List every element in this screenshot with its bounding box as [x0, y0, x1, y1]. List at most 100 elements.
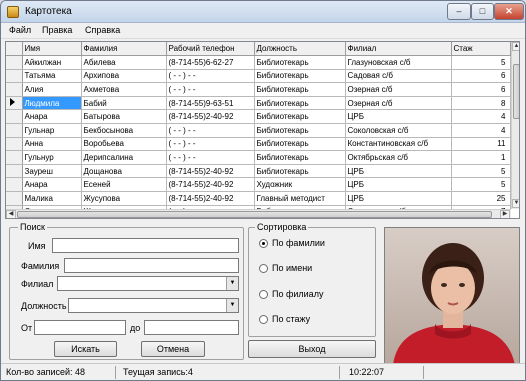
- cell-surname[interactable]: Жусупова: [81, 191, 167, 206]
- close-button[interactable]: ✕: [494, 3, 524, 20]
- cell-phone[interactable]: ( - - ) - -: [166, 123, 255, 138]
- cell-surname[interactable]: Абилева: [81, 55, 167, 70]
- menu-edit[interactable]: Правка: [42, 25, 72, 35]
- table-row[interactable]: Алия Ахметова( - - ) - - Библиотекарь Озерн…: [6, 82, 511, 97]
- cell-experience[interactable]: 25: [451, 191, 511, 206]
- cell-branch[interactable]: Соколовская с/б: [345, 123, 452, 138]
- cell-phone[interactable]: (8-714-55)2-40-92: [166, 109, 255, 125]
- cell-branch[interactable]: Константиновская с/б: [345, 137, 452, 152]
- radio-icon[interactable]: [259, 290, 268, 300]
- cell-name[interactable]: Татьяма: [22, 69, 82, 84]
- row-indicator[interactable]: [6, 69, 23, 84]
- table-row[interactable]: Людмила Бабий (8-714-55)9-63-51 Библиотекар…: [6, 96, 511, 111]
- table-row[interactable]: Гульнар Бекбосынова( - - ) - - Библиотекар…: [6, 123, 511, 138]
- maximize-button[interactable]: □: [471, 3, 494, 20]
- cell-branch[interactable]: ЦРБ: [345, 164, 452, 179]
- minimize-button[interactable]: –: [447, 3, 471, 20]
- sort-by-experience[interactable]: По стажу: [259, 314, 310, 326]
- cell-branch[interactable]: Садовая с/б: [345, 69, 452, 84]
- cell-phone[interactable]: ( - - ) - -: [166, 150, 255, 165]
- row-indicator[interactable]: [6, 123, 23, 138]
- cell-branch[interactable]: Озерная с/б: [345, 82, 452, 97]
- exit-button[interactable]: Выход: [248, 340, 376, 358]
- cell-position[interactable]: Библиотекарь: [254, 55, 346, 70]
- menu-file[interactable]: Файл: [9, 25, 31, 35]
- cell-name[interactable]: Гульнур: [22, 150, 82, 165]
- column-header-name[interactable]: Имя: [22, 42, 82, 57]
- table-row[interactable]: Анара Батырова (8-714-55)2-40-92 Библиотека…: [6, 109, 511, 125]
- branch-dropdown-icon[interactable]: ▼: [226, 277, 238, 290]
- cell-phone[interactable]: (8-714-55)6-62-27: [166, 55, 255, 70]
- cell-phone[interactable]: (8-714-55)2-40-92: [166, 164, 255, 179]
- cell-position[interactable]: Библиотекарь: [254, 109, 346, 125]
- from-field[interactable]: [34, 320, 126, 335]
- cell-branch[interactable]: Озерная с/б: [345, 96, 452, 111]
- position-dropdown-icon[interactable]: ▼: [226, 299, 238, 312]
- cell-surname[interactable]: Бекбосынова: [81, 123, 167, 138]
- cell-name[interactable]: Анара: [22, 177, 82, 193]
- cell-experience[interactable]: 4: [451, 123, 511, 138]
- cell-name[interactable]: Анара: [22, 109, 82, 125]
- cell-branch[interactable]: Октябрьская с/б: [345, 150, 452, 165]
- name-field[interactable]: [52, 238, 239, 253]
- menu-help[interactable]: Справка: [85, 25, 120, 35]
- cell-experience[interactable]: 11: [451, 137, 511, 152]
- cancel-button[interactable]: Отмена: [141, 341, 205, 357]
- column-header-experience[interactable]: Стаж: [451, 42, 511, 57]
- cell-name[interactable]: Малика: [22, 191, 82, 206]
- table-row[interactable]: Малика Жусупова (8-714-55)2-40-92 Главный м…: [6, 191, 511, 206]
- cell-branch[interactable]: ЦРБ: [345, 191, 452, 206]
- cell-experience[interactable]: 6: [451, 82, 511, 97]
- table-row[interactable]: Айкилжан Абилева (8-714-55)6-62-27 Библиоте…: [6, 55, 511, 70]
- column-header-phone[interactable]: Рабочий телефон: [166, 42, 255, 57]
- cell-position[interactable]: Библиотекарь: [254, 82, 346, 97]
- horizontal-scrollbar[interactable]: ◀ ▶: [6, 209, 511, 218]
- table-row[interactable]: Анара Есеней (8-714-55)2-40-92 Художник ЦРБ 5: [6, 177, 511, 193]
- sort-by-name[interactable]: По имени: [259, 263, 312, 275]
- column-header-branch[interactable]: Филиал: [345, 42, 452, 57]
- cell-surname[interactable]: Дощанова: [81, 164, 167, 179]
- cell-experience[interactable]: 5: [451, 164, 511, 179]
- surname-field[interactable]: [64, 258, 239, 273]
- branch-select[interactable]: ▼: [57, 276, 239, 291]
- row-indicator[interactable]: [6, 96, 23, 111]
- table-row[interactable]: Татьяма Архипова( - - ) - - Библиотекарь Са…: [6, 69, 511, 84]
- row-indicator[interactable]: [6, 164, 23, 179]
- cell-experience[interactable]: 1: [451, 150, 511, 165]
- cell-experience[interactable]: 4: [451, 109, 511, 125]
- sort-by-surname[interactable]: По фамилии: [259, 238, 325, 250]
- cell-phone[interactable]: (8-714-55)2-40-92: [166, 177, 255, 193]
- cell-experience[interactable]: 8: [451, 96, 511, 111]
- row-indicator[interactable]: [6, 191, 23, 206]
- cell-position[interactable]: Библиотекарь: [254, 69, 346, 84]
- cell-phone[interactable]: ( - - ) - -: [166, 137, 255, 152]
- column-header-position[interactable]: Должность: [254, 42, 346, 57]
- cell-name[interactable]: Зауреш: [22, 164, 82, 179]
- cell-branch[interactable]: Глазуновская с/б: [345, 55, 452, 70]
- table-row[interactable]: Анна Воробьева( - - ) - - Библиотекарь Конс…: [6, 137, 511, 152]
- cell-name[interactable]: Гульнар: [22, 123, 82, 138]
- radio-icon[interactable]: [259, 264, 268, 274]
- cell-surname[interactable]: Батырова: [81, 109, 167, 125]
- cell-position[interactable]: Библиотекарь: [254, 150, 346, 165]
- horizontal-scroll-thumb[interactable]: [17, 211, 492, 218]
- cell-position[interactable]: Художник: [254, 177, 346, 193]
- radio-icon[interactable]: [259, 315, 268, 325]
- cell-position[interactable]: Библиотекарь: [254, 123, 346, 138]
- cell-name[interactable]: Анна: [22, 137, 82, 152]
- row-indicator[interactable]: [6, 55, 23, 70]
- row-indicator[interactable]: [6, 82, 23, 97]
- row-indicator[interactable]: [6, 137, 23, 152]
- sort-by-branch[interactable]: По филиалу: [259, 289, 323, 301]
- scroll-left-icon[interactable]: ◀: [6, 210, 16, 218]
- cell-experience[interactable]: 5: [451, 55, 511, 70]
- row-indicator[interactable]: [6, 109, 23, 125]
- cell-experience[interactable]: 6: [451, 69, 511, 84]
- cell-phone[interactable]: ( - - ) - -: [166, 82, 255, 97]
- cell-phone[interactable]: ( - - ) - -: [166, 69, 255, 84]
- cell-position[interactable]: Библиотекарь: [254, 137, 346, 152]
- cell-name[interactable]: Алия: [22, 82, 82, 97]
- cell-surname[interactable]: Есеней: [81, 177, 167, 193]
- cell-surname[interactable]: Воробьева: [81, 137, 167, 152]
- to-field[interactable]: [144, 320, 239, 335]
